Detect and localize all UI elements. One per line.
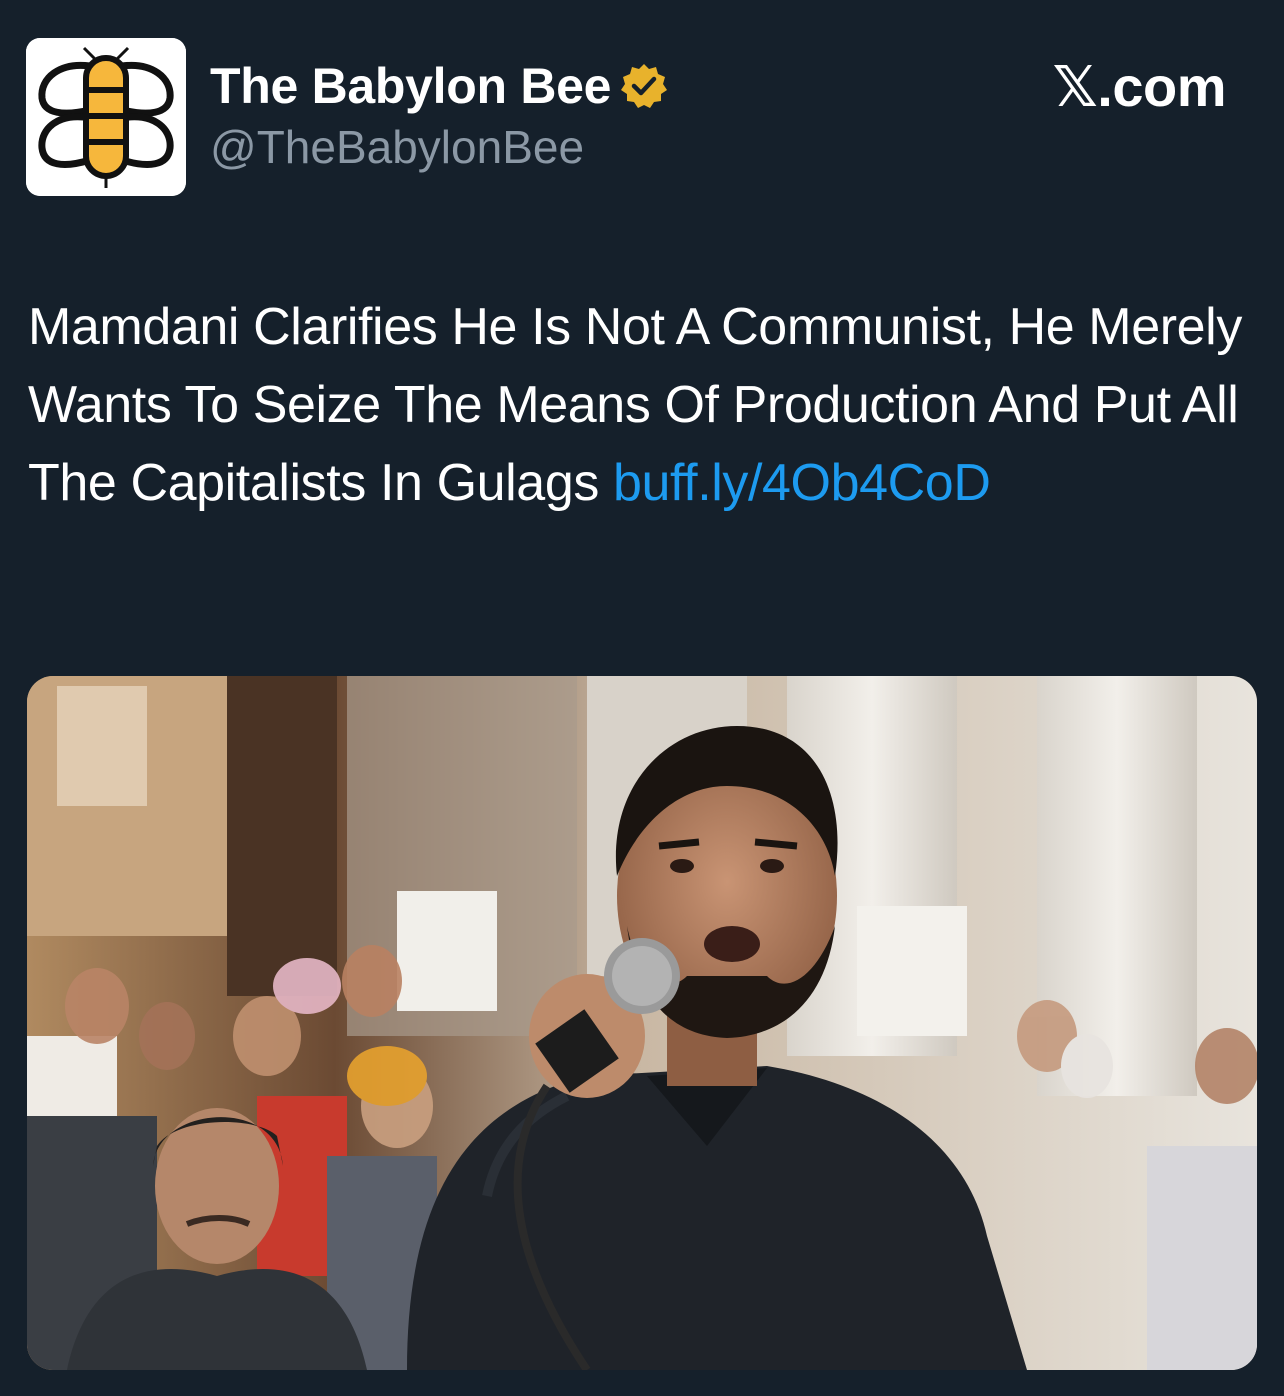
- babylon-bee-logo-icon: [26, 38, 186, 196]
- author-display-name[interactable]: The Babylon Bee: [210, 57, 611, 115]
- tweet-media-image[interactable]: [27, 676, 1257, 1370]
- tweet-text: Mamdani Clarifies He Is Not A Communist,…: [28, 288, 1268, 522]
- avatar[interactable]: [26, 38, 186, 196]
- tweet-screenshot: The Babylon Bee @TheBabylonBee 𝕏.com Mam…: [0, 0, 1284, 1396]
- verified-badge-icon: [619, 61, 669, 111]
- site-label: 𝕏.com: [1052, 55, 1227, 118]
- rally-photo: [27, 676, 1257, 1370]
- tweet-link[interactable]: buff.ly/4Ob4CoD: [613, 454, 991, 512]
- author-name-row: The Babylon Bee: [210, 56, 669, 116]
- author-handle[interactable]: @TheBabylonBee: [210, 120, 584, 174]
